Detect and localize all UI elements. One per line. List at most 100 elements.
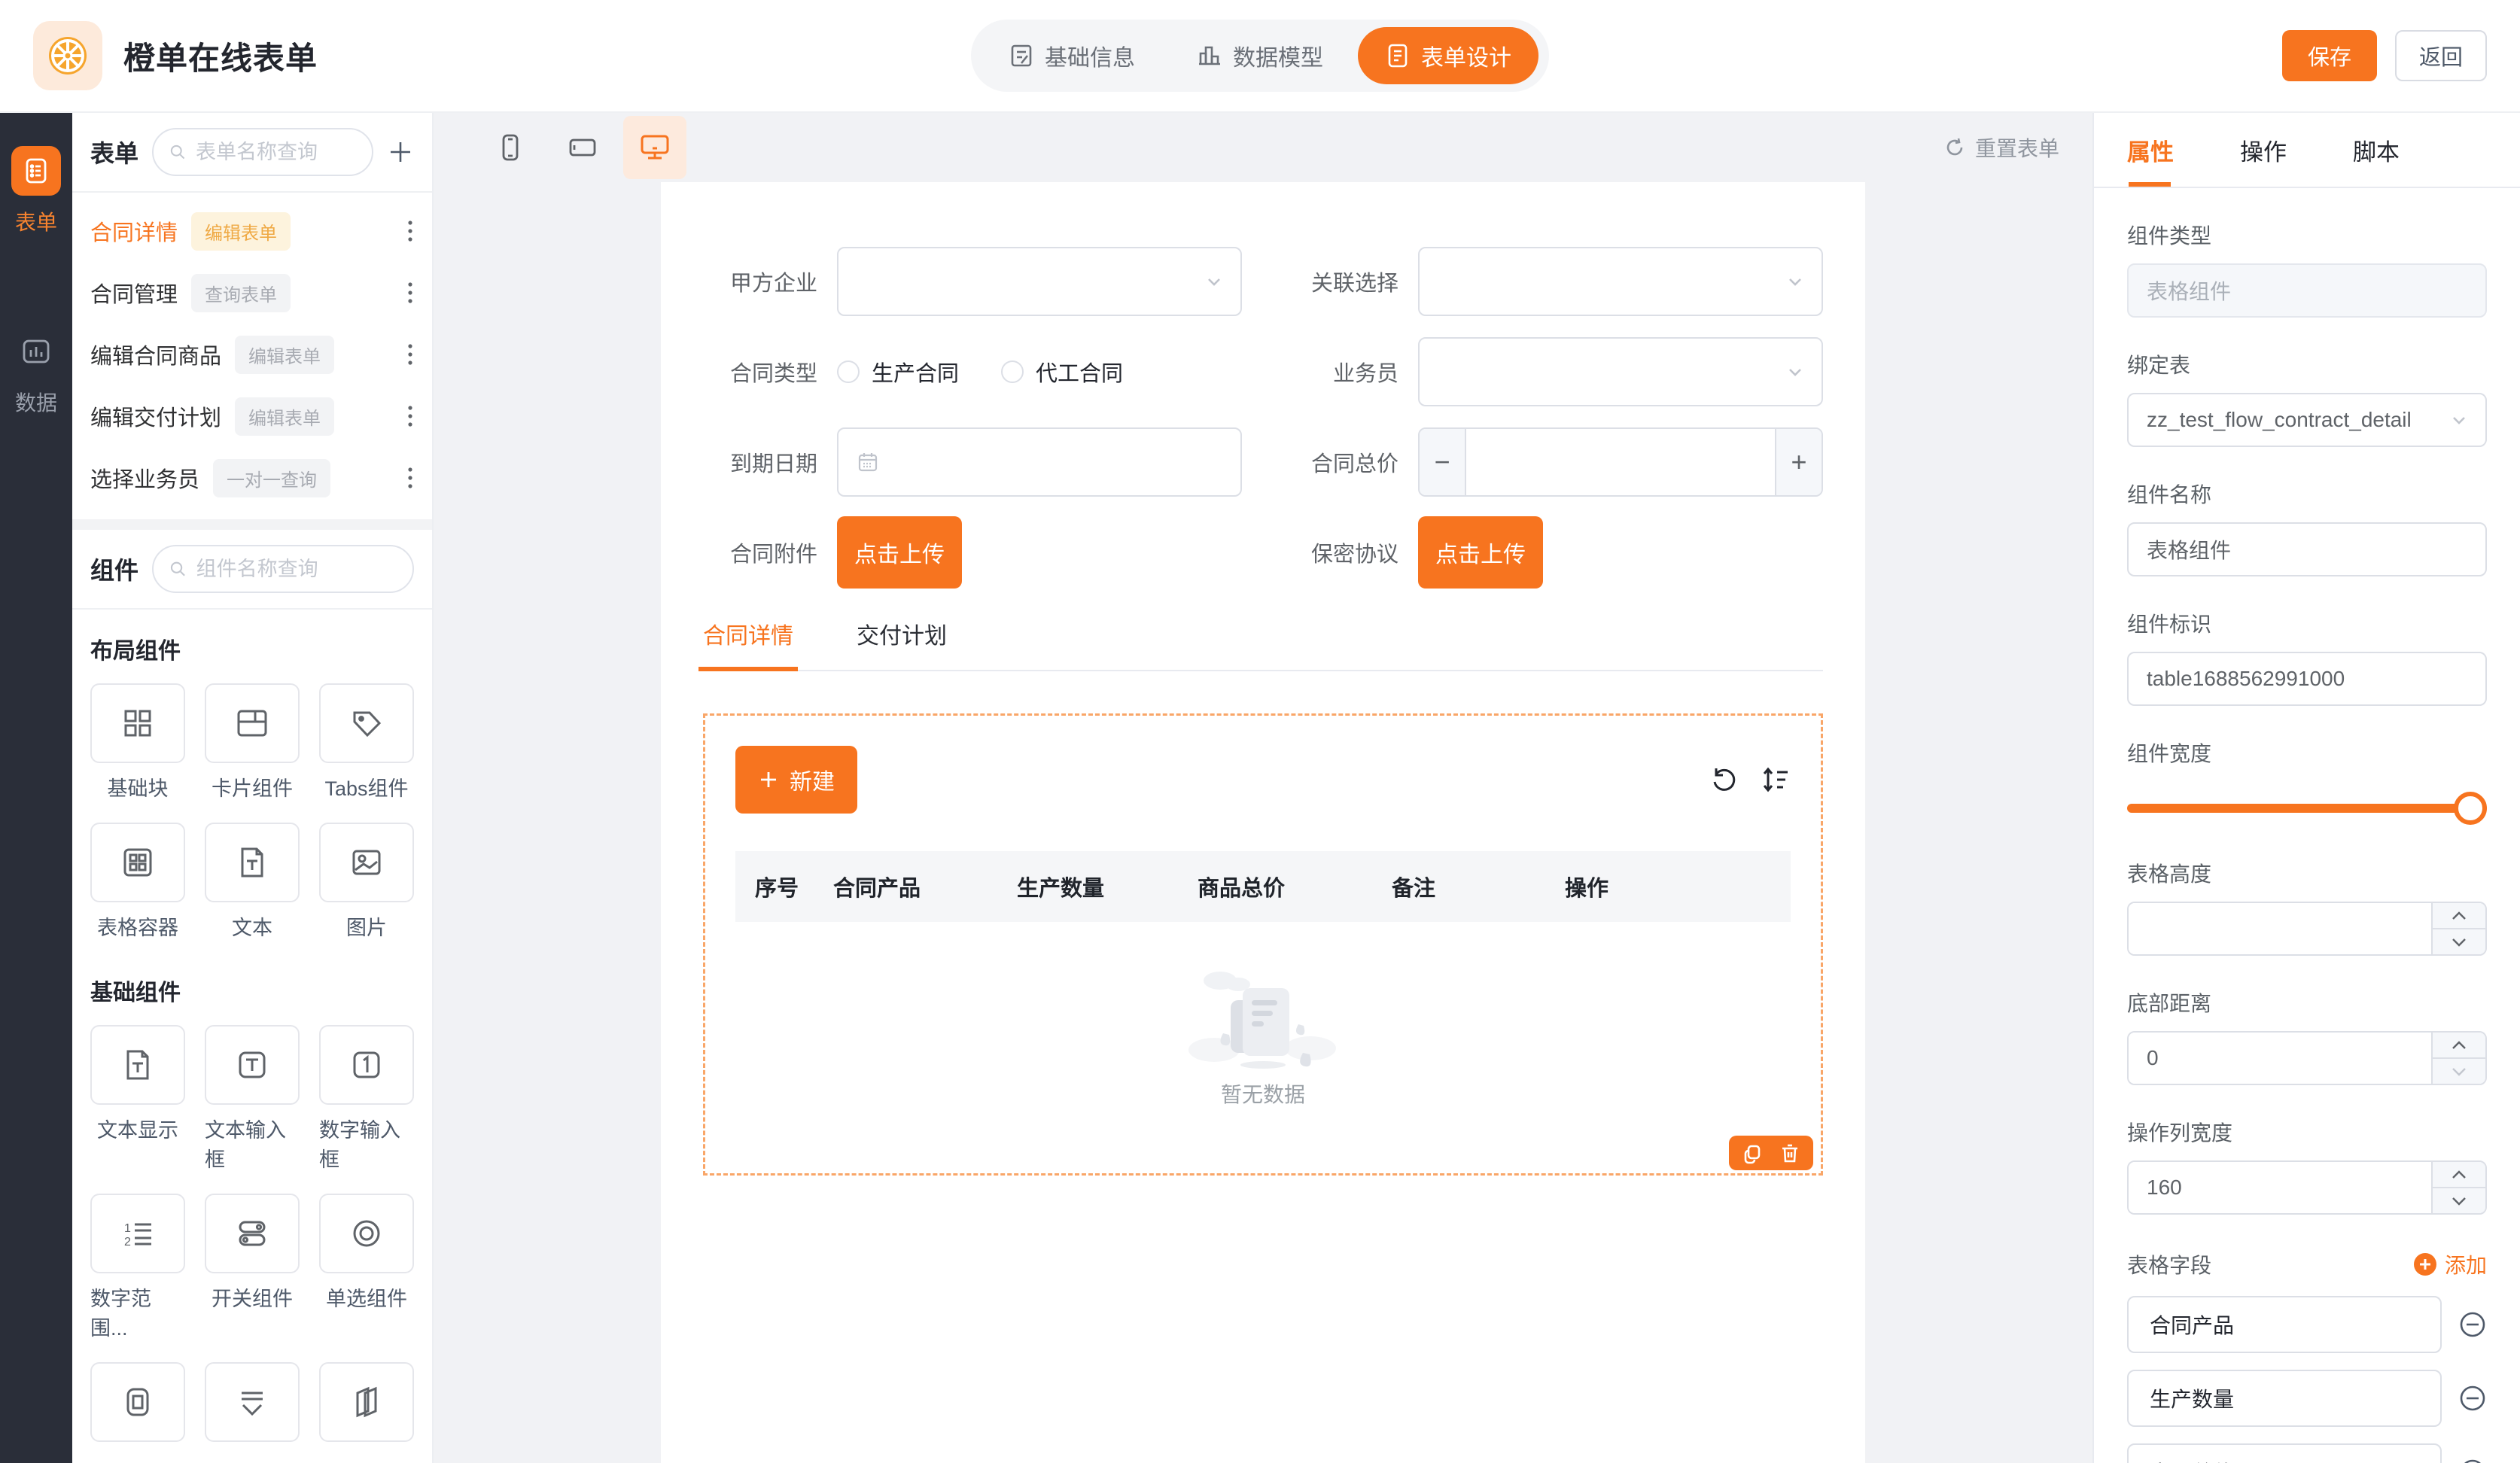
device-tablet-button[interactable]	[551, 116, 614, 179]
step-down-button[interactable]	[2433, 1057, 2485, 1084]
switch-icon	[233, 1214, 272, 1253]
component-number-range[interactable]: 1 2 数字范围...	[90, 1194, 185, 1341]
salesman-select[interactable]	[1418, 337, 1823, 406]
create-row-button[interactable]: 新建	[735, 746, 857, 814]
copy-widget-icon[interactable]	[1741, 1142, 1764, 1164]
sheet-tabs: 合同详情 交付计划	[703, 617, 1823, 671]
component-checkbox[interactable]	[90, 1362, 185, 1442]
remove-field-icon[interactable]	[2458, 1458, 2487, 1463]
component-card[interactable]: 卡片组件	[205, 683, 300, 801]
form-list-item-contract-manage[interactable]: 合同管理 查询表单	[72, 262, 432, 324]
grid-blocks-icon	[118, 704, 157, 743]
step-down-button[interactable]	[2433, 928, 2485, 954]
component-cascade[interactable]	[319, 1362, 414, 1442]
component-dropdown[interactable]	[205, 1362, 300, 1442]
component-text-display[interactable]: 文本显示	[90, 1025, 185, 1173]
tab-form-design[interactable]: 表单设计	[1358, 27, 1538, 84]
field-label: 合同类型	[703, 356, 817, 388]
tab-script[interactable]: 脚本	[2353, 113, 2400, 187]
remove-field-icon[interactable]	[2458, 1310, 2487, 1339]
relation-select[interactable]	[1418, 247, 1823, 316]
tab-attributes[interactable]: 属性	[2127, 113, 2174, 187]
component-image[interactable]: 图片	[319, 823, 414, 941]
app-logo	[33, 21, 102, 90]
component-tabs[interactable]: Tabs组件	[319, 683, 414, 801]
decrease-button[interactable]: −	[1420, 429, 1466, 495]
tab-basic-info[interactable]: 基础信息	[982, 27, 1162, 84]
back-button[interactable]: 返回	[2395, 30, 2487, 81]
component-radio[interactable]: 单选组件	[319, 1194, 414, 1341]
attachment-upload-button[interactable]: 点击上传	[837, 516, 962, 589]
step-up-button[interactable]	[2433, 903, 2485, 928]
kebab-menu-icon[interactable]	[406, 465, 414, 491]
radio-oem-contract[interactable]: 代工合同	[1001, 356, 1123, 388]
rail-item-forms[interactable]: 表单	[11, 146, 61, 236]
app-title: 橙单在线表单	[123, 33, 318, 79]
add-form-icon[interactable]	[387, 138, 414, 166]
main-area: 表单 数据 表单	[0, 113, 2520, 1463]
component-name-input[interactable]	[2127, 522, 2487, 576]
form-list-item-edit-delivery-plan[interactable]: 编辑交付计划 编辑表单	[72, 385, 432, 447]
form-list-item-contract-detail[interactable]: 合同详情 编辑表单	[72, 200, 432, 262]
add-field-button[interactable]: 添加	[2413, 1249, 2487, 1279]
bottom-gap-input[interactable]	[2129, 1033, 2431, 1084]
kebab-menu-icon[interactable]	[406, 403, 414, 429]
forms-panel-header: 表单	[72, 113, 432, 191]
tab-contract-detail[interactable]: 合同详情	[703, 617, 793, 670]
remove-field-icon[interactable]	[2458, 1384, 2487, 1413]
step-down-button[interactable]	[2433, 1187, 2485, 1213]
action-col-width-field	[2127, 1160, 2487, 1215]
step-up-button[interactable]	[2433, 1033, 2485, 1057]
field-label: 甲方企业	[703, 266, 817, 297]
selected-table-widget[interactable]: 新建 序号	[703, 713, 1823, 1176]
component-id-label: 组件标识	[2127, 608, 2487, 638]
nda-upload-button[interactable]: 点击上传	[1418, 516, 1543, 589]
form-list: 合同详情 编辑表单 合同管理 查询表单 编辑合同商品 编辑表单	[72, 193, 432, 519]
table-field-item[interactable]: 生产数量	[2127, 1370, 2442, 1427]
kebab-menu-icon[interactable]	[406, 280, 414, 306]
rail-item-data[interactable]: 数据	[11, 327, 61, 417]
form-search-input[interactable]	[196, 141, 357, 164]
kebab-menu-icon[interactable]	[406, 218, 414, 244]
component-table-container[interactable]: 表格容器	[90, 823, 185, 941]
undo-refresh-icon[interactable]	[1709, 765, 1738, 794]
kebab-menu-icon[interactable]	[406, 342, 414, 367]
table-height-input[interactable]	[2129, 903, 2431, 954]
table-field-item[interactable]: 商品总价	[2127, 1443, 2442, 1463]
field-contract-attachment: 合同附件 点击上传	[703, 518, 1242, 587]
tab-actions[interactable]: 操作	[2240, 113, 2287, 187]
component-switch[interactable]: 开关组件	[205, 1194, 300, 1341]
delete-widget-icon[interactable]	[1779, 1142, 1801, 1164]
component-text[interactable]: 文本	[205, 823, 300, 941]
device-phone-button[interactable]	[479, 116, 542, 179]
component-number-input[interactable]: 数字输入框	[319, 1025, 414, 1173]
radio-production-contract[interactable]: 生产合同	[837, 356, 959, 388]
device-desktop-button[interactable]	[623, 116, 686, 179]
tab-data-model[interactable]: 数据模型	[1170, 27, 1350, 84]
basic-group-title: 基础组件	[90, 974, 414, 1007]
component-basic-block[interactable]: 基础块	[90, 683, 185, 801]
save-button[interactable]: 保存	[2282, 30, 2377, 81]
form-list-item-choose-salesman[interactable]: 选择业务员 一对一查询	[72, 447, 432, 509]
sort-columns-icon[interactable]	[1761, 765, 1791, 794]
section-separator	[72, 519, 432, 530]
component-id-input[interactable]	[2127, 652, 2487, 706]
left-rail: 表单 数据	[0, 113, 72, 1463]
total-price-input[interactable]	[1466, 429, 1775, 495]
reset-form-button[interactable]: 重置表单	[1943, 132, 2059, 163]
table-fields-header: 表格字段 添加	[2127, 1249, 2487, 1279]
form-list-item-edit-contract-product[interactable]: 编辑合同商品 编辑表单	[72, 324, 432, 385]
action-col-width-input[interactable]	[2129, 1162, 2431, 1213]
party-company-select[interactable]	[837, 247, 1242, 316]
component-text-input[interactable]: 文本输入框	[205, 1025, 300, 1173]
step-up-button[interactable]	[2433, 1162, 2485, 1187]
tab-delivery-plan[interactable]: 交付计划	[857, 617, 947, 670]
due-date-picker[interactable]	[837, 427, 1242, 497]
design-canvas: 重置表单 甲方企业 关联选择	[434, 113, 2092, 1463]
table-field-item[interactable]: 合同产品	[2127, 1296, 2442, 1353]
slider-handle[interactable]	[2454, 792, 2487, 825]
component-width-slider[interactable]	[2127, 790, 2487, 826]
component-search-input[interactable]	[196, 558, 397, 581]
increase-button[interactable]: +	[1775, 429, 1822, 495]
bind-table-select[interactable]: zz_test_flow_contract_detail	[2127, 393, 2487, 447]
